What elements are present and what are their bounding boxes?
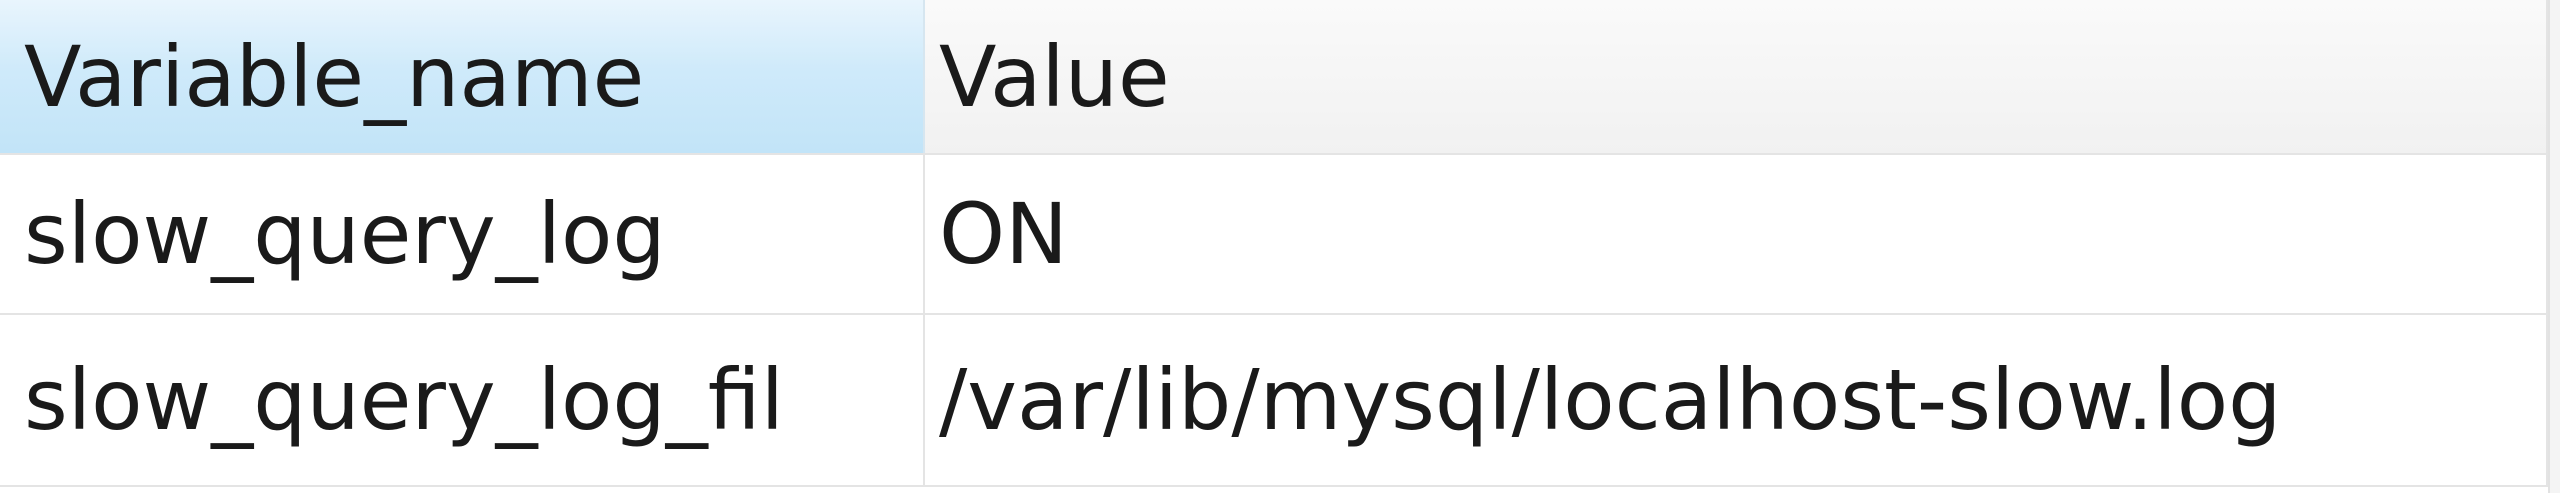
table-header-row: Variable_name Value (0, 0, 2548, 155)
table-row[interactable]: slow_query_log ON (0, 155, 2548, 315)
table-cell-variable-name[interactable]: slow_query_log (0, 155, 925, 313)
grid-right-edge (2548, 0, 2560, 493)
column-header-variable-name[interactable]: Variable_name (0, 0, 925, 153)
table-cell-value[interactable]: ON (925, 155, 2548, 313)
results-grid: Variable_name Value slow_query_log ON sl… (0, 0, 2560, 493)
table-row[interactable]: slow_query_log_fil /var/lib/mysql/localh… (0, 315, 2548, 487)
table-cell-value[interactable]: /var/lib/mysql/localhost-slow.log (925, 315, 2548, 485)
column-header-value[interactable]: Value (925, 0, 2548, 153)
table-cell-variable-name[interactable]: slow_query_log_fil (0, 315, 925, 485)
